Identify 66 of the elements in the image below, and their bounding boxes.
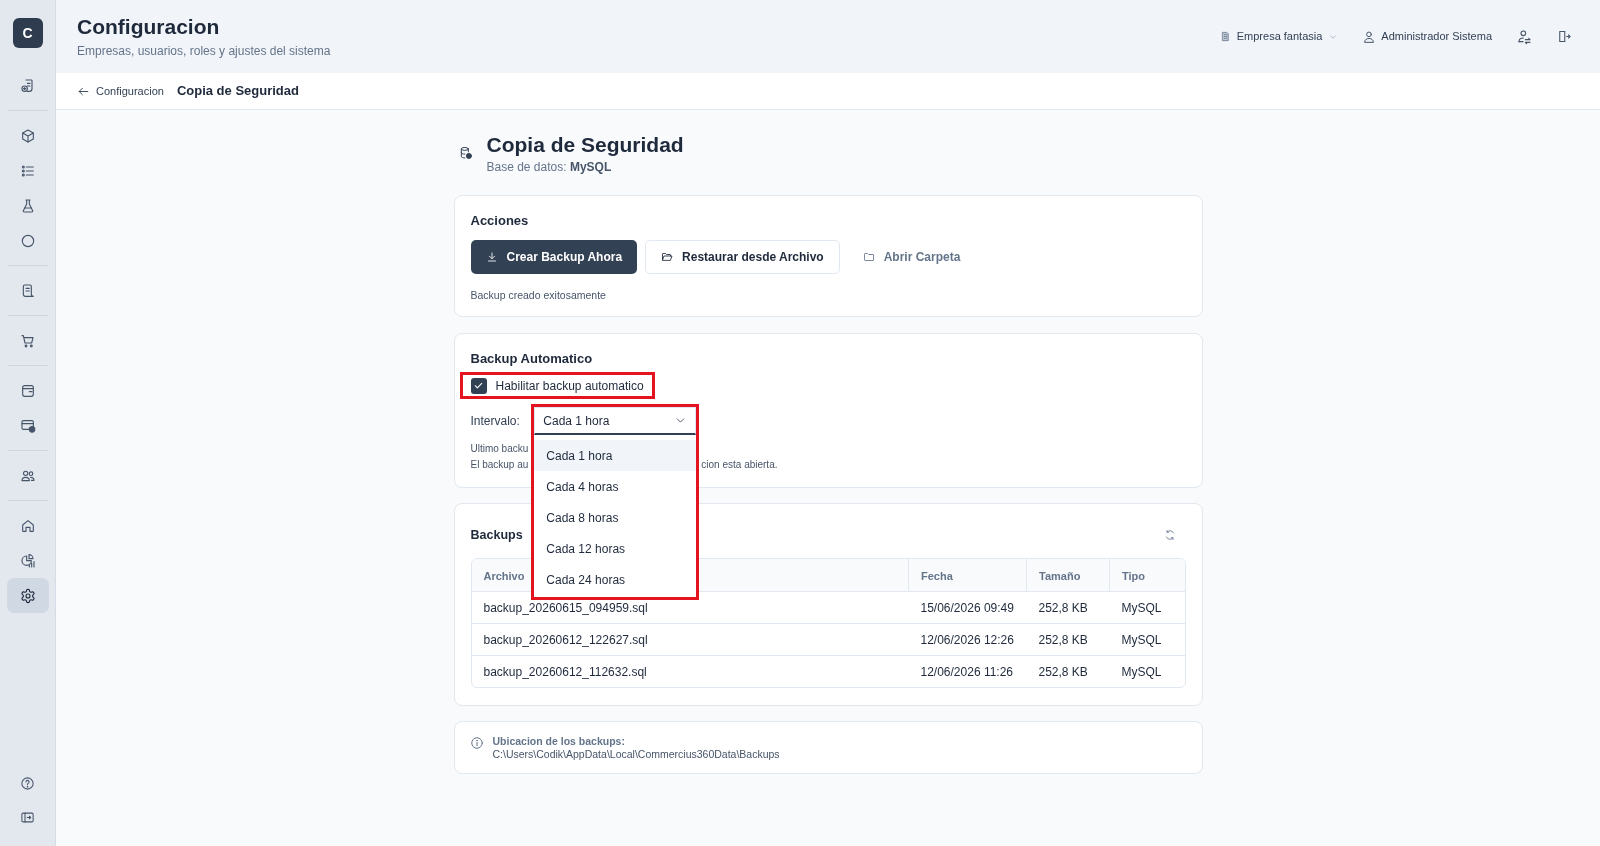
column-header: Archivo [483,569,525,582]
user-name: Administrador Sistema [1381,29,1492,45]
table-cell: MySQL [1121,601,1162,615]
table-cell: 15/06/2026 09:49 [920,601,1014,615]
chart-icon [19,552,36,569]
checkbox-label[interactable]: Habilitar backup automatico [495,376,644,395]
box-icon [19,127,36,144]
refresh-icon[interactable] [1163,529,1176,541]
action-button[interactable]: Crear Backup Ahora [470,240,638,274]
logout-icon[interactable] [1556,29,1571,44]
hint-text: cion esta abierta. [701,458,778,472]
cart-icon [19,332,36,349]
company-selector[interactable]: Empresa fantasia [1219,28,1339,45]
table-cell: backup_20260612_122627.sql [483,633,648,647]
page-header-subtitle: Empresas, usuarios, roles y ajustes del sistema [77,43,331,59]
sidebar-item[interactable] [6,578,49,613]
list-icon [19,162,36,179]
column-header: Fecha [921,569,953,582]
info-icon [469,736,484,750]
status-message: Backup creado exitosamente [470,288,607,302]
dropdown-option[interactable]: Cada 1 hora [534,440,697,471]
table-cell: backup_20260615_094959.sql [483,601,648,615]
card-title: Backups [470,527,523,544]
interval-select[interactable]: Cada 1 hora [534,407,697,435]
action-button[interactable]: Restaurar desde Archivo [645,240,840,274]
settings-icon [19,587,36,604]
card-title: Acciones [470,212,530,230]
table-cell: 12/06/2026 11:26 [920,665,1014,680]
app-logo: C [12,18,43,48]
back-link[interactable]: Configuracion [77,82,164,100]
check-icon [473,380,484,391]
location-path: C:\Users\Codik\AppData\Local\Commercius360Data\Backups [492,748,780,761]
database-label: Base de datos: MySQL [486,159,613,175]
table-cell: 252,8 KB [1038,633,1088,647]
database-icon [458,146,473,160]
building-icon [1219,31,1231,42]
user-switch-icon[interactable] [1516,28,1532,45]
table-cell: 252,8 KB [1038,601,1088,615]
hint-text: El backup au [470,458,529,472]
hint-text: Ultimo backu [470,442,529,456]
table-cell: 252,8 KB [1038,665,1088,680]
home-icon [19,517,36,534]
table-cell: MySQL [1121,665,1162,680]
receipt-icon [19,77,36,94]
table-cell: 12/06/2026 12:26 [920,633,1014,647]
user-icon [1362,29,1377,44]
field-label: Intervalo: [470,413,520,430]
column-header: Tipo [1122,569,1145,582]
card-clock-icon [19,417,36,434]
folder-open-icon [661,251,674,263]
location-label: Ubicacion de los backups: [492,735,626,748]
folder-icon [862,251,875,263]
download-icon [485,251,498,263]
section-title: Copia de Seguridad [486,132,684,158]
action-button[interactable]: Abrir Carpeta [847,240,976,274]
panel-toggle-icon[interactable] [20,809,35,825]
help-icon[interactable] [20,775,35,791]
page-header-title: Configuracion [77,14,221,40]
column-header: Tamaño [1039,569,1081,582]
wallet-icon [19,382,36,399]
breadcrumb-current: Copia de Seguridad [176,82,299,101]
card-title: Backup Automatico [470,350,594,368]
checkbox[interactable] [470,377,487,394]
circle-icon [19,232,36,249]
table-cell: MySQL [1121,633,1162,647]
table-cell: backup_20260612_112632.sql [483,665,647,680]
